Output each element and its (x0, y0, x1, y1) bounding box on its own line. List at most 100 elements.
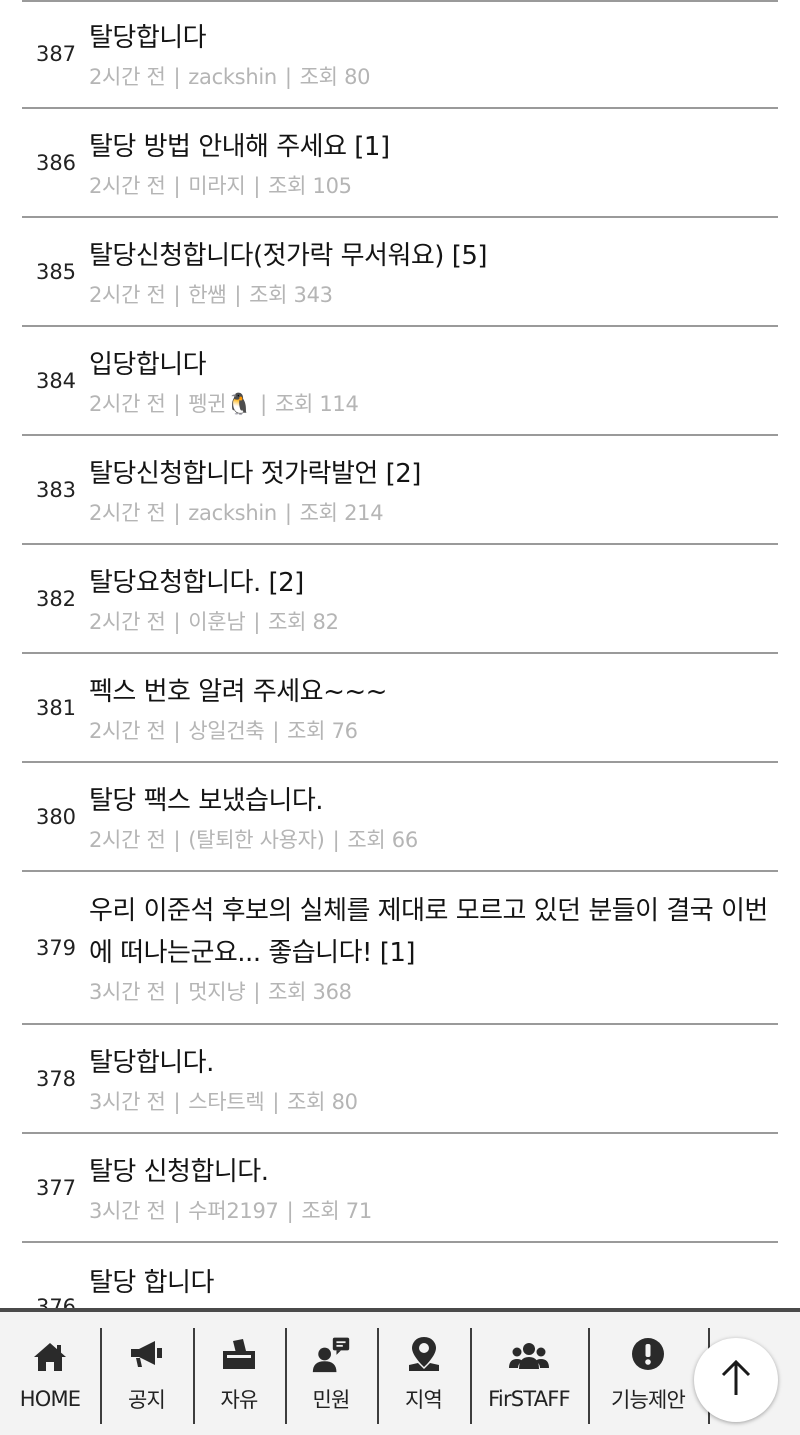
tab-firstaff[interactable]: FirSTAFF (470, 1312, 588, 1435)
post-views: 조회 368 (268, 979, 352, 1004)
post-title[interactable]: 입당합니다 (89, 344, 769, 386)
tab-label: 민원 (312, 1387, 350, 1412)
post-title[interactable]: 탈당 합니다 (89, 1262, 769, 1304)
arrow-up-icon (719, 1359, 753, 1401)
post-time: 2시간 전 (89, 500, 166, 525)
post-number: 377 (35, 1175, 77, 1200)
post-meta: 2시간 전 | 한쌤 | 조회 343 (89, 279, 769, 311)
post-row[interactable]: 377 탈당 신청합니다. 3시간 전 | 수퍼2197 | 조회 71 (22, 1134, 778, 1243)
tab-label: 기능제안 (610, 1387, 686, 1412)
post-time: 2시간 전 (89, 391, 166, 416)
post-row[interactable]: 382 탈당요청합니다. [2] 2시간 전 | 이훈남 | 조회 82 (22, 545, 778, 654)
post-title[interactable]: 탈당신청합니다(젓가락 무서워요) [5] (89, 235, 769, 277)
post-title[interactable]: 탈당신청합니다 젓가락발언 [2] (89, 453, 769, 495)
ballot-box-icon (219, 1334, 259, 1374)
post-number: 387 (35, 41, 77, 66)
meta-separator: | (260, 391, 267, 416)
post-row[interactable]: 387 탈당합니다 2시간 전 | zackshin | 조회 80 (22, 0, 778, 109)
post-author: zackshin (188, 500, 277, 525)
post-time: 3시간 전 (89, 1198, 166, 1223)
home-icon (30, 1337, 70, 1377)
post-row[interactable]: 381 펙스 번호 알려 주세요~~~ 2시간 전 | 상일건축 | 조회 76 (22, 654, 778, 763)
group-icon (509, 1337, 549, 1377)
scroll-top-button[interactable] (694, 1338, 778, 1422)
post-author: 상일건축 (188, 718, 265, 743)
post-time: 3시간 전 (89, 1089, 166, 1114)
post-row[interactable]: 386 탈당 방법 안내해 주세요 [1] 2시간 전 | 미라지 | 조회 105 (22, 109, 778, 218)
meta-separator: | (173, 391, 181, 416)
tab-label: 자유 (220, 1387, 258, 1412)
tab-suggest[interactable]: 기능제안 (588, 1312, 708, 1435)
post-number: 379 (35, 935, 77, 960)
post-meta: 2시간 전 | zackshin | 조회 80 (89, 61, 769, 93)
post-views: 조회 343 (249, 282, 333, 307)
post-meta: 3시간 전 | 스타트렉 | 조회 80 (89, 1086, 769, 1118)
meta-separator: | (173, 827, 181, 852)
bottom-tab-bar: HOME 공지 자유 민원 지역 FirSTAFF 기능제안 (0, 1308, 800, 1435)
meta-separator: | (253, 173, 261, 198)
post-number: 385 (35, 259, 77, 284)
tab-label: FirSTAFF (488, 1386, 570, 1411)
meta-separator: | (286, 1198, 294, 1223)
post-row[interactable]: 379 우리 이준석 후보의 실체를 제대로 모르고 있던 분들이 결국 이번에… (22, 872, 778, 1025)
post-author: 한쌤 (188, 282, 227, 307)
post-author: (탈퇴한 사용자) (188, 827, 325, 852)
post-meta: 3시간 전 | 수퍼2197 | 조회 71 (89, 1195, 769, 1227)
meta-separator: | (173, 64, 181, 89)
post-views: 조회 80 (287, 1089, 358, 1114)
post-number: 382 (35, 586, 77, 611)
post-time: 2시간 전 (89, 827, 166, 852)
meta-separator: | (272, 718, 280, 743)
post-title[interactable]: 탈당 팩스 보냈습니다. (89, 780, 769, 822)
post-views: 조회 80 (299, 64, 371, 89)
meta-separator: | (173, 718, 181, 743)
post-meta: 2시간 전 | 미라지 | 조회 105 (89, 170, 769, 202)
post-row[interactable]: 380 탈당 팩스 보냈습니다. 2시간 전 | (탈퇴한 사용자) | 조회 66 (22, 763, 778, 872)
post-time: 2시간 전 (89, 718, 166, 743)
post-views: 조회 114 (274, 391, 359, 416)
tab-notice[interactable]: 공지 (100, 1312, 193, 1435)
post-row[interactable]: 383 탈당신청합니다 젓가락발언 [2] 2시간 전 | zackshin | 조회 … (22, 436, 778, 545)
tab-civil[interactable]: 민원 (285, 1312, 377, 1435)
post-row[interactable]: 378 탈당합니다. 3시간 전 | 스타트렉 | 조회 80 (22, 1025, 778, 1134)
meta-separator: | (284, 64, 292, 89)
meta-separator: | (284, 500, 292, 525)
meta-separator: | (173, 173, 181, 198)
post-row[interactable]: 384 입당합니다 2시간 전 | 펭귄🐧 | 조회 114 (22, 327, 778, 436)
post-views: 조회 66 (347, 827, 418, 852)
post-views: 조회 214 (299, 500, 384, 525)
post-number: 378 (35, 1066, 77, 1091)
post-time: 2시간 전 (89, 282, 166, 307)
post-views: 조회 71 (301, 1198, 372, 1223)
post-title[interactable]: 탈당 방법 안내해 주세요 [1] (89, 126, 769, 168)
post-title[interactable]: 우리 이준석 후보의 실체를 제대로 모르고 있던 분들이 결국 이번에 떠나는… (89, 890, 769, 974)
map-pin-icon (404, 1334, 444, 1374)
post-author: zackshin (188, 64, 277, 89)
user-message-icon (311, 1334, 351, 1374)
alert-circle-icon (628, 1334, 668, 1374)
post-title[interactable]: 탈당 신청합니다. (89, 1151, 769, 1193)
meta-separator: | (253, 609, 261, 634)
post-author: 펭귄🐧 (188, 391, 253, 416)
post-row[interactable]: 385 탈당신청합니다(젓가락 무서워요) [5] 2시간 전 | 한쌤 | 조회 34… (22, 218, 778, 327)
tab-free[interactable]: 자유 (193, 1312, 285, 1435)
meta-separator: | (332, 827, 340, 852)
post-title[interactable]: 펙스 번호 알려 주세요~~~ (89, 671, 769, 713)
post-views: 조회 76 (287, 718, 358, 743)
post-title[interactable]: 탈당합니다. (89, 1042, 769, 1084)
post-number: 386 (35, 150, 77, 175)
meta-separator: | (173, 1089, 181, 1114)
post-author: 스타트렉 (188, 1089, 265, 1114)
meta-separator: | (173, 1198, 181, 1223)
tab-label: 지역 (404, 1387, 443, 1412)
meta-separator: | (173, 500, 181, 525)
post-title[interactable]: 탈당합니다 (89, 17, 769, 59)
meta-separator: | (272, 1089, 280, 1114)
post-title[interactable]: 탈당요청합니다. [2] (89, 562, 769, 604)
post-meta: 2시간 전 | 이훈남 | 조회 82 (89, 606, 769, 638)
tab-region[interactable]: 지역 (377, 1312, 470, 1435)
tab-label: 공지 (127, 1387, 166, 1412)
tab-home[interactable]: HOME (0, 1312, 100, 1435)
megaphone-icon (127, 1334, 167, 1374)
post-author: 수퍼2197 (188, 1198, 279, 1223)
